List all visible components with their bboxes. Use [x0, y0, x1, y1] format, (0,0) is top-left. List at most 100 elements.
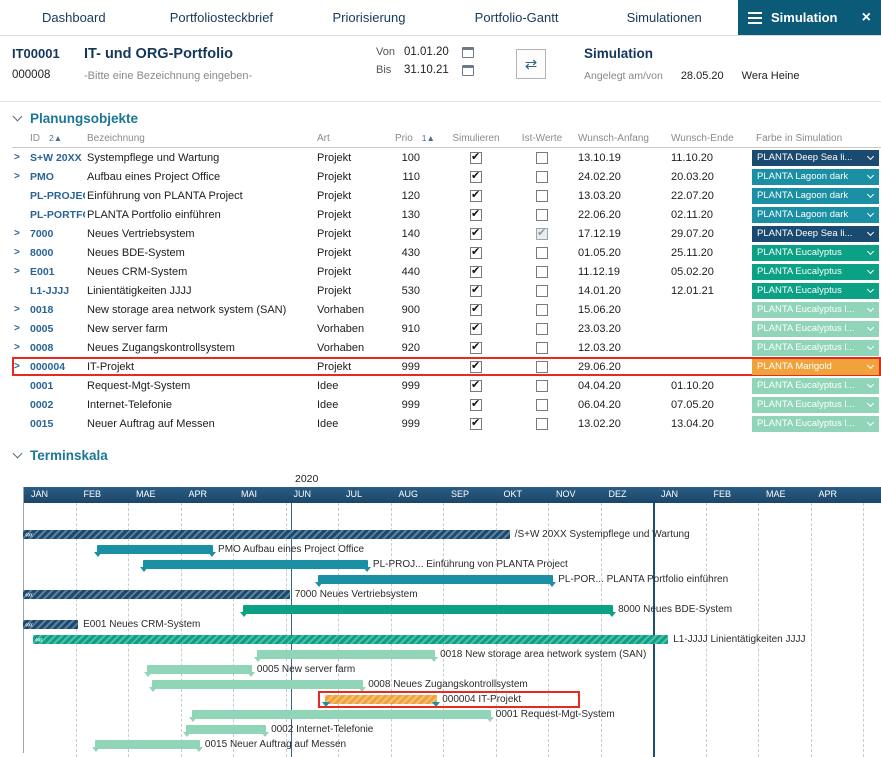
checkbox[interactable]	[536, 152, 548, 164]
color-select[interactable]: PLANTA Eucalyptus l...	[750, 321, 881, 337]
checkbox[interactable]	[536, 171, 548, 183]
checkbox[interactable]	[470, 361, 482, 373]
table-row-E001[interactable]: >E001Neues CRM-SystemProjekt44011.12.190…	[12, 262, 881, 281]
color-select[interactable]: PLANTA Eucalyptus l...	[750, 340, 881, 356]
ist-werte-checkbox[interactable]	[512, 285, 572, 297]
checkbox[interactable]	[470, 171, 482, 183]
checkbox[interactable]	[470, 247, 482, 259]
ist-werte-checkbox[interactable]	[512, 247, 572, 259]
gantt-bar-S+W[interactable]: ««	[23, 530, 510, 539]
expand-icon[interactable]: >	[12, 304, 22, 315]
ist-werte-checkbox[interactable]	[512, 342, 572, 354]
table-row-0002[interactable]: 0002Internet-TelefonieIdee99906.04.2007.…	[12, 395, 881, 414]
nav-item-priorisierung[interactable]: Priorisierung	[295, 0, 443, 35]
expand-icon[interactable]: >	[12, 171, 22, 182]
gantt-bar-000004[interactable]	[325, 695, 437, 704]
ist-werte-checkbox[interactable]	[512, 152, 572, 164]
simulieren-checkbox[interactable]	[440, 209, 512, 221]
col-simulieren[interactable]: Simulieren	[440, 133, 512, 144]
color-select-pill[interactable]: PLANTA Lagoon dark	[752, 207, 879, 223]
checkbox[interactable]	[470, 304, 482, 316]
color-select[interactable]: PLANTA Marigold	[750, 359, 881, 375]
expand-icon[interactable]: >	[12, 228, 22, 239]
color-select-pill[interactable]: PLANTA Deep Sea li...	[752, 226, 879, 242]
gantt-bar-0008[interactable]	[152, 680, 363, 689]
table-row-L1-JJJJ[interactable]: L1-JJJJLinientätigkeiten JJJJProjekt5301…	[12, 281, 881, 300]
ist-werte-checkbox[interactable]	[512, 228, 572, 240]
terminskala-header[interactable]: Terminskala	[0, 439, 881, 467]
gantt-bar-E001[interactable]: ««	[23, 620, 78, 629]
hamburger-menu-icon[interactable]	[748, 12, 762, 24]
checkbox[interactable]	[470, 323, 482, 335]
color-select-pill[interactable]: PLANTA Eucalyptus l...	[752, 397, 879, 413]
color-select-pill[interactable]: PLANTA Eucalyptus l...	[752, 302, 879, 318]
close-icon[interactable]: ×	[862, 10, 871, 26]
color-select-pill[interactable]: PLANTA Eucalyptus l...	[752, 321, 879, 337]
color-select[interactable]: PLANTA Eucalyptus	[750, 264, 881, 280]
ist-werte-checkbox[interactable]	[512, 380, 572, 392]
color-select-pill[interactable]: PLANTA Eucalyptus l...	[752, 416, 879, 432]
table-row-0018[interactable]: >0018New storage area network system (SA…	[12, 300, 881, 319]
bis-date-field[interactable]: 31.10.21	[404, 64, 456, 76]
simulieren-checkbox[interactable]	[440, 304, 512, 316]
color-select[interactable]: PLANTA Deep Sea li...	[750, 226, 881, 242]
color-select[interactable]: PLANTA Eucalyptus l...	[750, 416, 881, 432]
ist-werte-checkbox[interactable]	[512, 361, 572, 373]
simulieren-checkbox[interactable]	[440, 171, 512, 183]
checkbox[interactable]	[536, 266, 548, 278]
expand-icon[interactable]: >	[12, 247, 22, 258]
ist-werte-checkbox[interactable]	[512, 399, 572, 411]
color-select-pill[interactable]: PLANTA Eucalyptus l...	[752, 340, 879, 356]
color-select[interactable]: PLANTA Eucalyptus	[750, 245, 881, 261]
color-select-pill[interactable]: PLANTA Eucalyptus	[752, 283, 879, 299]
checkbox[interactable]	[536, 342, 548, 354]
col-art[interactable]: Art	[315, 133, 393, 144]
checkbox[interactable]	[536, 190, 548, 202]
col-ist-werte[interactable]: Ist-Werte	[512, 133, 572, 144]
calendar-icon[interactable]	[462, 47, 474, 58]
checkbox[interactable]	[536, 209, 548, 221]
color-select[interactable]: PLANTA Lagoon dark	[750, 207, 881, 223]
expand-icon[interactable]: >	[12, 152, 22, 163]
nav-item-dashboard[interactable]: Dashboard	[0, 0, 148, 35]
table-row-0005[interactable]: >0005New server farmVorhaben91023.03.20P…	[12, 319, 881, 338]
color-select-pill[interactable]: PLANTA Deep Sea li...	[752, 150, 879, 166]
simulieren-checkbox[interactable]	[440, 418, 512, 430]
expand-icon[interactable]: >	[12, 323, 22, 334]
checkbox[interactable]	[536, 380, 548, 392]
ist-werte-checkbox[interactable]	[512, 418, 572, 430]
gantt-bar-0015[interactable]	[95, 740, 200, 749]
simulieren-checkbox[interactable]	[440, 380, 512, 392]
col-prio[interactable]: Prio1▲	[393, 133, 440, 144]
simulieren-checkbox[interactable]	[440, 266, 512, 278]
gantt-bar-L1JJJJ[interactable]: ««	[33, 635, 668, 644]
checkbox[interactable]	[536, 361, 548, 373]
calendar-icon[interactable]	[462, 65, 474, 76]
nav-item-portfolio-gantt[interactable]: Portfolio-Gantt	[443, 0, 591, 35]
ist-werte-checkbox[interactable]	[512, 190, 572, 202]
nav-item-simulationen[interactable]: Simulationen	[590, 0, 738, 35]
color-select[interactable]: PLANTA Lagoon dark	[750, 188, 881, 204]
table-row-S+W 20XX[interactable]: >S+W 20XXSystempflege und WartungProjekt…	[12, 148, 881, 167]
gantt-bar-PLPOR[interactable]	[318, 575, 553, 584]
table-row-0001[interactable]: 0001Request-Mgt-SystemIdee99904.04.2001.…	[12, 376, 881, 395]
color-select[interactable]: PLANTA Eucalyptus l...	[750, 378, 881, 394]
ist-werte-checkbox[interactable]	[512, 266, 572, 278]
gantt-bar-7000[interactable]: ««	[23, 590, 290, 599]
col-farbe[interactable]: Farbe in Simulation	[750, 133, 881, 144]
expand-icon[interactable]: >	[12, 266, 22, 277]
simulieren-checkbox[interactable]	[440, 285, 512, 297]
color-select[interactable]: PLANTA Eucalyptus	[750, 283, 881, 299]
color-select-pill[interactable]: PLANTA Lagoon dark	[752, 169, 879, 185]
col-bezeichnung[interactable]: Bezeichnung	[85, 133, 315, 144]
table-row-7000[interactable]: >7000Neues VertriebsystemProjekt14017.12…	[12, 224, 881, 243]
simulieren-checkbox[interactable]	[440, 228, 512, 240]
checkbox[interactable]	[470, 380, 482, 392]
simulieren-checkbox[interactable]	[440, 323, 512, 335]
table-row-0015[interactable]: 0015Neuer Auftrag auf MessenIdee99913.02…	[12, 414, 881, 433]
checkbox[interactable]	[536, 418, 548, 430]
table-row-PMO[interactable]: >PMOAufbau eines Project OfficeProjekt11…	[12, 167, 881, 186]
col-wunsch-anfang[interactable]: Wunsch-Anfang	[572, 133, 665, 144]
color-select-pill[interactable]: PLANTA Eucalyptus	[752, 245, 879, 261]
checkbox[interactable]	[470, 266, 482, 278]
